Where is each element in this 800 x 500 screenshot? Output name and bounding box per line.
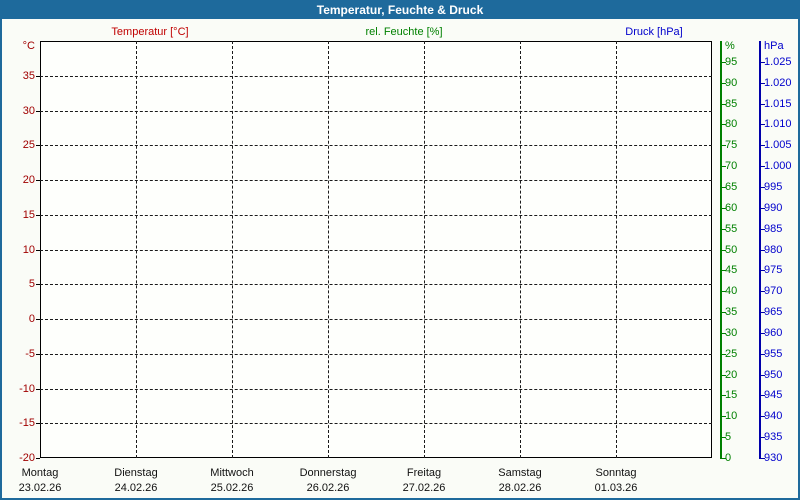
day-name-label: Dienstag bbox=[81, 467, 191, 479]
temperature-gridline bbox=[40, 423, 712, 424]
humidity-tick-label: 40 bbox=[725, 286, 737, 297]
temperature-tick-label: 20 bbox=[2, 175, 35, 186]
pressure-tick-label: 965 bbox=[764, 307, 782, 318]
pressure-tick-label: 980 bbox=[764, 245, 782, 256]
day-name-label: Sonntag bbox=[561, 467, 671, 479]
temperature-tick-label: 15 bbox=[2, 210, 35, 221]
pressure-tick-label: 1.010 bbox=[764, 119, 792, 130]
temperature-tick-label: -5 bbox=[2, 349, 35, 360]
pressure-tick-label: 955 bbox=[764, 349, 782, 360]
temperature-tick-mark bbox=[36, 458, 40, 459]
temperature-tick-label: 10 bbox=[2, 245, 35, 256]
pressure-tick-label: 930 bbox=[764, 453, 782, 464]
humidity-tick-label: 25 bbox=[725, 349, 737, 360]
temperature-tick-label: 30 bbox=[2, 106, 35, 117]
pressure-tick-label: 1.025 bbox=[764, 57, 792, 68]
day-name-label: Samstag bbox=[465, 467, 575, 479]
humidity-tick-label: 60 bbox=[725, 203, 737, 214]
pressure-tick-label: 950 bbox=[764, 370, 782, 381]
day-gridline bbox=[328, 41, 329, 458]
temperature-gridline bbox=[40, 389, 712, 390]
day-date-label: 01.03.26 bbox=[561, 482, 671, 494]
day-date-label: 26.02.26 bbox=[273, 482, 383, 494]
humidity-tick-label: 85 bbox=[725, 99, 737, 110]
temperature-gridline bbox=[40, 284, 712, 285]
pressure-tick-label: 995 bbox=[764, 182, 782, 193]
humidity-tick-label: 5 bbox=[725, 432, 731, 443]
humidity-tick-label: 75 bbox=[725, 140, 737, 151]
day-name-label: Donnerstag bbox=[273, 467, 383, 479]
temperature-tick-label: -20 bbox=[2, 453, 35, 464]
pressure-tick-label: 960 bbox=[764, 328, 782, 339]
humidity-tick-label: 80 bbox=[725, 119, 737, 130]
temperature-gridline bbox=[40, 145, 712, 146]
temperature-gridline bbox=[40, 354, 712, 355]
temperature-tick-label: 5 bbox=[2, 279, 35, 290]
humidity-tick-label: 45 bbox=[725, 265, 737, 276]
temperature-tick-label: -10 bbox=[2, 384, 35, 395]
temperature-tick-label: 0 bbox=[2, 314, 35, 325]
pressure-tick-label: 985 bbox=[764, 224, 782, 235]
humidity-tick-label: 70 bbox=[725, 161, 737, 172]
temperature-gridline bbox=[40, 319, 712, 320]
humidity-tick-label: 50 bbox=[725, 245, 737, 256]
temperature-tick-label: 25 bbox=[2, 140, 35, 151]
pressure-tick-label: 970 bbox=[764, 286, 782, 297]
pressure-tick-label: 1.015 bbox=[764, 99, 792, 110]
temperature-gridline bbox=[40, 250, 712, 251]
humidity-tick-label: 95 bbox=[725, 57, 737, 68]
day-gridline bbox=[424, 41, 425, 458]
day-gridline bbox=[616, 41, 617, 458]
temperature-tick-label: -15 bbox=[2, 418, 35, 429]
humidity-tick-label: 0 bbox=[725, 453, 731, 464]
pressure-tick-label: 945 bbox=[764, 390, 782, 401]
humidity-tick-label: 15 bbox=[725, 390, 737, 401]
humidity-tick-label: 10 bbox=[725, 411, 737, 422]
day-name-label: Freitag bbox=[369, 467, 479, 479]
day-date-label: 25.02.26 bbox=[177, 482, 287, 494]
pressure-tick-label: 975 bbox=[764, 265, 782, 276]
humidity-tick-label: 55 bbox=[725, 224, 737, 235]
humidity-tick-label: 90 bbox=[725, 78, 737, 89]
temperature-tick-label: 35 bbox=[2, 71, 35, 82]
humidity-tick-label: 30 bbox=[725, 328, 737, 339]
temperature-gridline bbox=[40, 215, 712, 216]
day-date-label: 27.02.26 bbox=[369, 482, 479, 494]
humidity-tick-label: 35 bbox=[725, 307, 737, 318]
temperature-gridline bbox=[40, 111, 712, 112]
temperature-gridline bbox=[40, 76, 712, 77]
pressure-tick-label: 1.020 bbox=[764, 78, 792, 89]
day-gridline bbox=[232, 41, 233, 458]
day-name-label: Mittwoch bbox=[177, 467, 287, 479]
app-window: Temperatur, Feuchte & Druck Temperatur [… bbox=[0, 0, 800, 500]
pressure-tick-label: 1.000 bbox=[764, 161, 792, 172]
day-gridline bbox=[136, 41, 137, 458]
chart-layer: 35302520151050-5-10-15-20Montag23.02.26D… bbox=[2, 2, 798, 498]
day-gridline bbox=[520, 41, 521, 458]
humidity-tick-label: 20 bbox=[725, 370, 737, 381]
pressure-tick-label: 990 bbox=[764, 203, 782, 214]
day-date-label: 24.02.26 bbox=[81, 482, 191, 494]
humidity-tick-label: 65 bbox=[725, 182, 737, 193]
temperature-gridline bbox=[40, 180, 712, 181]
pressure-tick-label: 935 bbox=[764, 432, 782, 443]
pressure-tick-label: 1.005 bbox=[764, 140, 792, 151]
pressure-tick-label: 940 bbox=[764, 411, 782, 422]
day-date-label: 28.02.26 bbox=[465, 482, 575, 494]
